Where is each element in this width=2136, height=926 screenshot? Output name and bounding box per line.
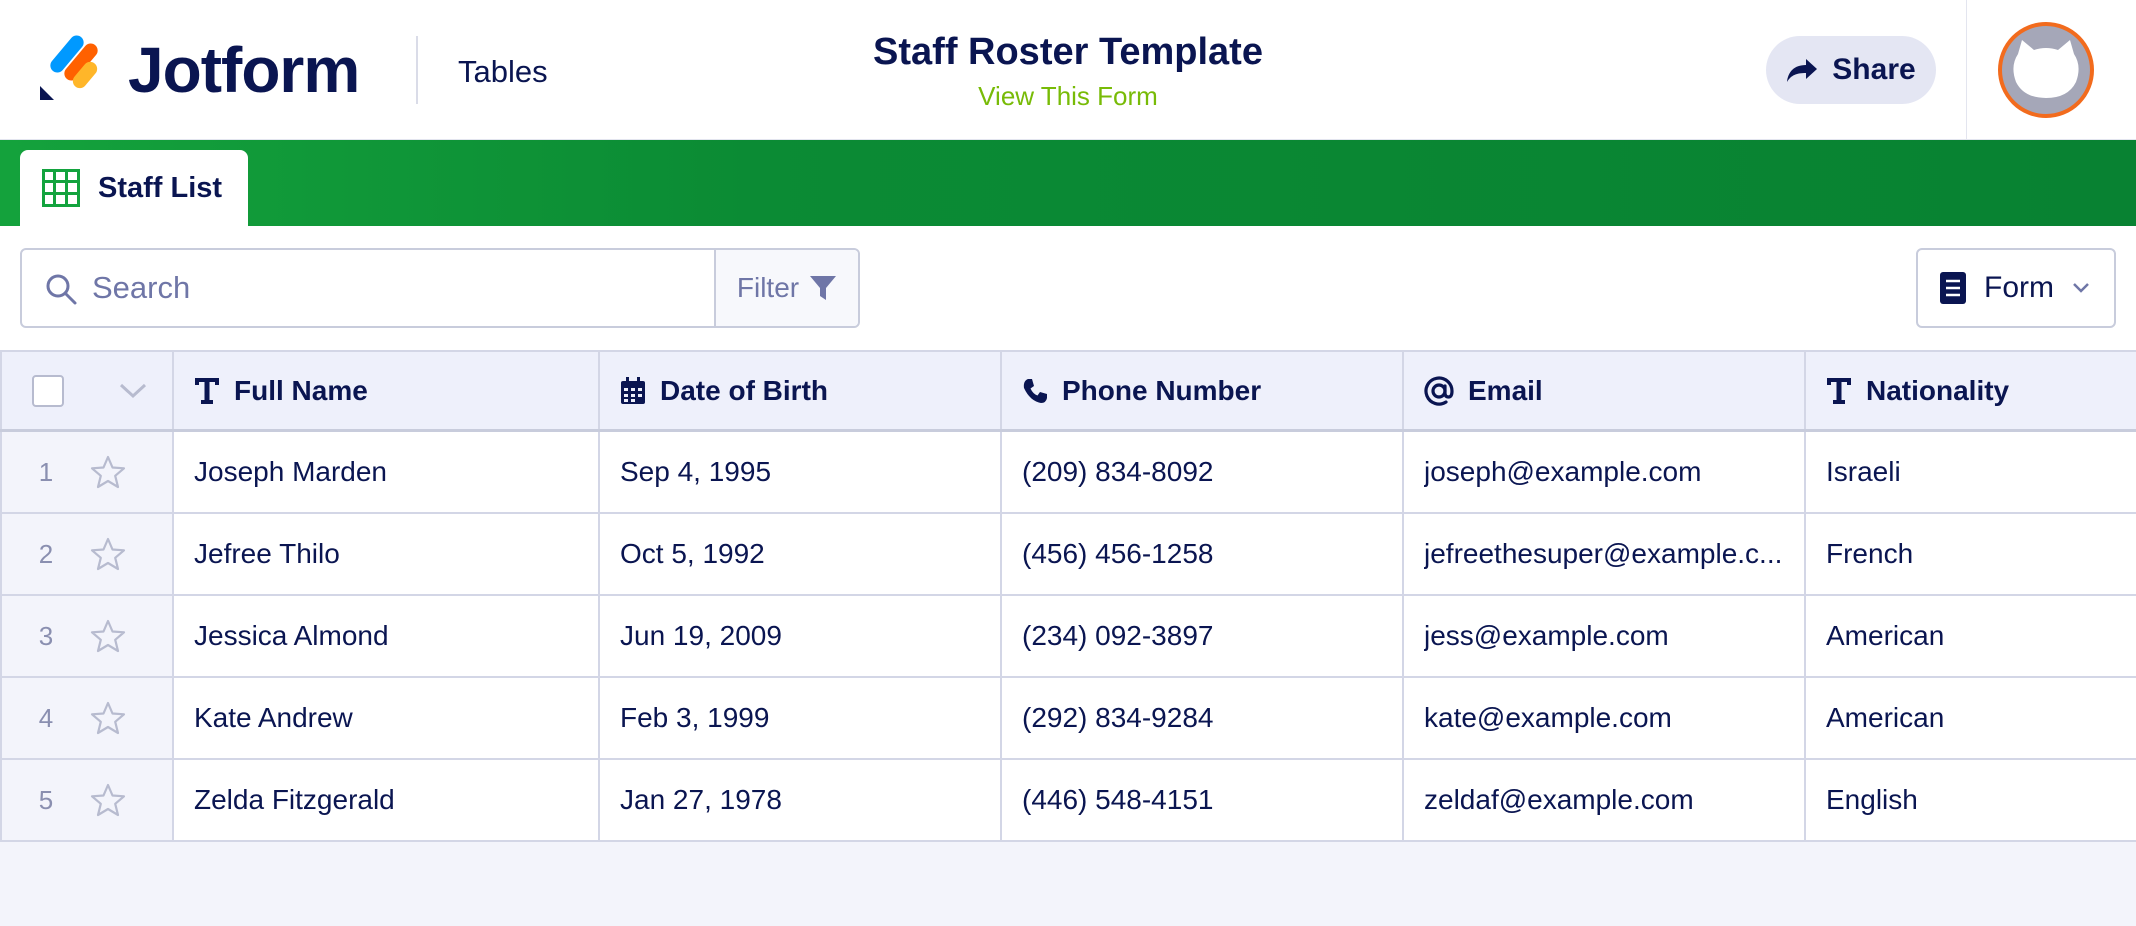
table-row[interactable]: 2 Jefree Thilo Oct 5, 1992 (456) 456-125… — [0, 514, 2136, 596]
cell-nationality[interactable]: English — [1806, 760, 2136, 840]
cell-date-of-birth[interactable]: Oct 5, 1992 — [600, 514, 1002, 594]
cell-date-of-birth[interactable]: Sep 4, 1995 — [600, 432, 1002, 512]
star-icon[interactable] — [90, 455, 126, 489]
row-meta-cell: 5 — [0, 760, 174, 840]
header-divider — [416, 36, 418, 104]
cell-email[interactable]: zeldaf@example.com — [1404, 760, 1806, 840]
cell-date-of-birth[interactable]: Jan 27, 1978 — [600, 760, 1002, 840]
row-number: 2 — [38, 538, 54, 569]
tab-bar: Staff List — [0, 140, 2136, 226]
column-header-full-name[interactable]: Full Name — [174, 352, 600, 429]
tab-staff-list[interactable]: Staff List — [20, 150, 248, 226]
staff-table: Full Name Date of Birth Phone Number Ema… — [0, 350, 2136, 842]
cell-full-name[interactable]: Kate Andrew — [174, 678, 600, 758]
row-number: 1 — [38, 456, 54, 487]
avatar[interactable] — [1998, 22, 2094, 118]
cell-phone-number[interactable]: (209) 834-8092 — [1002, 432, 1404, 512]
email-text: joseph@example.com — [1424, 456, 1702, 487]
star-icon[interactable] — [90, 783, 126, 817]
table-row[interactable]: 3 Jessica Almond Jun 19, 2009 (234) 092-… — [0, 596, 2136, 678]
view-form-link[interactable]: View This Form — [780, 80, 1356, 112]
email-text: zeldaf@example.com — [1424, 784, 1694, 815]
calendar-icon — [621, 376, 645, 404]
phone-icon — [1023, 378, 1047, 403]
row-number: 5 — [38, 784, 54, 815]
jotform-logo-icon[interactable] — [38, 34, 100, 102]
table-row[interactable]: 4 Kate Andrew Feb 3, 1999 (292) 834-9284… — [0, 678, 2136, 760]
filter-label: Filter — [736, 272, 800, 303]
share-arrow-icon — [1787, 59, 1818, 82]
column-header-phone-number[interactable]: Phone Number — [1002, 352, 1404, 429]
search-box: Filter — [20, 248, 860, 328]
app-header: Jotform Tables Staff Roster Template Vie… — [0, 0, 2136, 140]
row-meta-cell: 2 — [0, 514, 174, 594]
email-text: jess@example.com — [1424, 620, 1669, 651]
form-document-icon — [1940, 272, 1966, 304]
funnel-icon — [810, 276, 837, 300]
cell-date-of-birth[interactable]: Feb 3, 1999 — [600, 678, 1002, 758]
chevron-down-icon — [2073, 283, 2089, 293]
brand-name[interactable]: Jotform — [128, 28, 360, 112]
cell-phone-number[interactable]: (292) 834-9284 — [1002, 678, 1404, 758]
select-all-cell — [0, 352, 174, 429]
cell-date-of-birth[interactable]: Jun 19, 2009 — [600, 596, 1002, 676]
cell-phone-number[interactable]: (446) 548-4151 — [1002, 760, 1404, 840]
share-label: Share — [1832, 53, 1916, 86]
search-icon — [46, 274, 77, 305]
toolbar: Filter Form — [0, 226, 2136, 350]
email-text: jefreethesuper@example.c... — [1424, 538, 1783, 569]
tab-label: Staff List — [98, 171, 223, 204]
column-header-date-of-birth[interactable]: Date of Birth — [600, 352, 1002, 429]
row-number: 4 — [38, 702, 54, 733]
text-type-icon — [1827, 377, 1851, 404]
star-icon[interactable] — [90, 537, 126, 571]
column-header-nationality[interactable]: Nationality — [1806, 352, 2136, 429]
select-all-checkbox[interactable] — [32, 374, 64, 407]
cell-full-name[interactable]: Zelda Fitzgerald — [174, 760, 600, 840]
filter-button[interactable]: Filter — [714, 250, 858, 326]
email-text: kate@example.com — [1424, 702, 1672, 733]
form-label: Form — [1984, 271, 2054, 304]
cell-full-name[interactable]: Jefree Thilo — [174, 514, 600, 594]
text-type-icon — [195, 377, 219, 404]
cell-email[interactable]: jefreethesuper@example.c... — [1404, 514, 1806, 594]
column-label: Email — [1468, 374, 1543, 406]
section-label[interactable]: Tables — [458, 52, 548, 92]
column-label: Date of Birth — [660, 374, 828, 406]
cell-full-name[interactable]: Jessica Almond — [174, 596, 600, 676]
row-number: 3 — [38, 620, 54, 651]
cell-nationality[interactable]: American — [1806, 596, 2136, 676]
row-meta-cell: 1 — [0, 432, 174, 512]
column-label: Phone Number — [1062, 374, 1262, 406]
column-label: Full Name — [234, 374, 368, 406]
column-header-email[interactable]: Email — [1404, 352, 1806, 429]
column-label: Nationality — [1866, 374, 2010, 406]
star-icon[interactable] — [90, 619, 126, 653]
row-meta-cell: 3 — [0, 596, 174, 676]
cell-email[interactable]: kate@example.com — [1404, 678, 1806, 758]
cell-nationality[interactable]: American — [1806, 678, 2136, 758]
cell-nationality[interactable]: Israeli — [1806, 432, 2136, 512]
star-icon[interactable] — [90, 701, 126, 735]
table-row[interactable]: 5 Zelda Fitzgerald Jan 27, 1978 (446) 54… — [0, 760, 2136, 842]
cat-avatar-icon — [2013, 40, 2079, 98]
form-view-button[interactable]: Form — [1916, 248, 2116, 328]
cell-email[interactable]: joseph@example.com — [1404, 432, 1806, 512]
page-title: Staff Roster Template — [873, 31, 1263, 73]
header-divider-right — [1966, 0, 1967, 140]
row-meta-cell: 4 — [0, 678, 174, 758]
cell-full-name[interactable]: Joseph Marden — [174, 432, 600, 512]
chevron-down-icon[interactable] — [118, 382, 148, 400]
at-sign-icon — [1424, 375, 1454, 406]
cell-email[interactable]: jess@example.com — [1404, 596, 1806, 676]
grid-table-icon — [42, 169, 80, 207]
cell-phone-number[interactable]: (234) 092-3897 — [1002, 596, 1404, 676]
share-button[interactable]: Share — [1766, 36, 1936, 104]
table-row[interactable]: 1 Joseph Marden Sep 4, 1995 (209) 834-80… — [0, 432, 2136, 514]
search-input[interactable] — [92, 262, 722, 314]
table-header-row: Full Name Date of Birth Phone Number Ema… — [0, 350, 2136, 432]
cell-phone-number[interactable]: (456) 456-1258 — [1002, 514, 1404, 594]
cell-nationality[interactable]: French — [1806, 514, 2136, 594]
